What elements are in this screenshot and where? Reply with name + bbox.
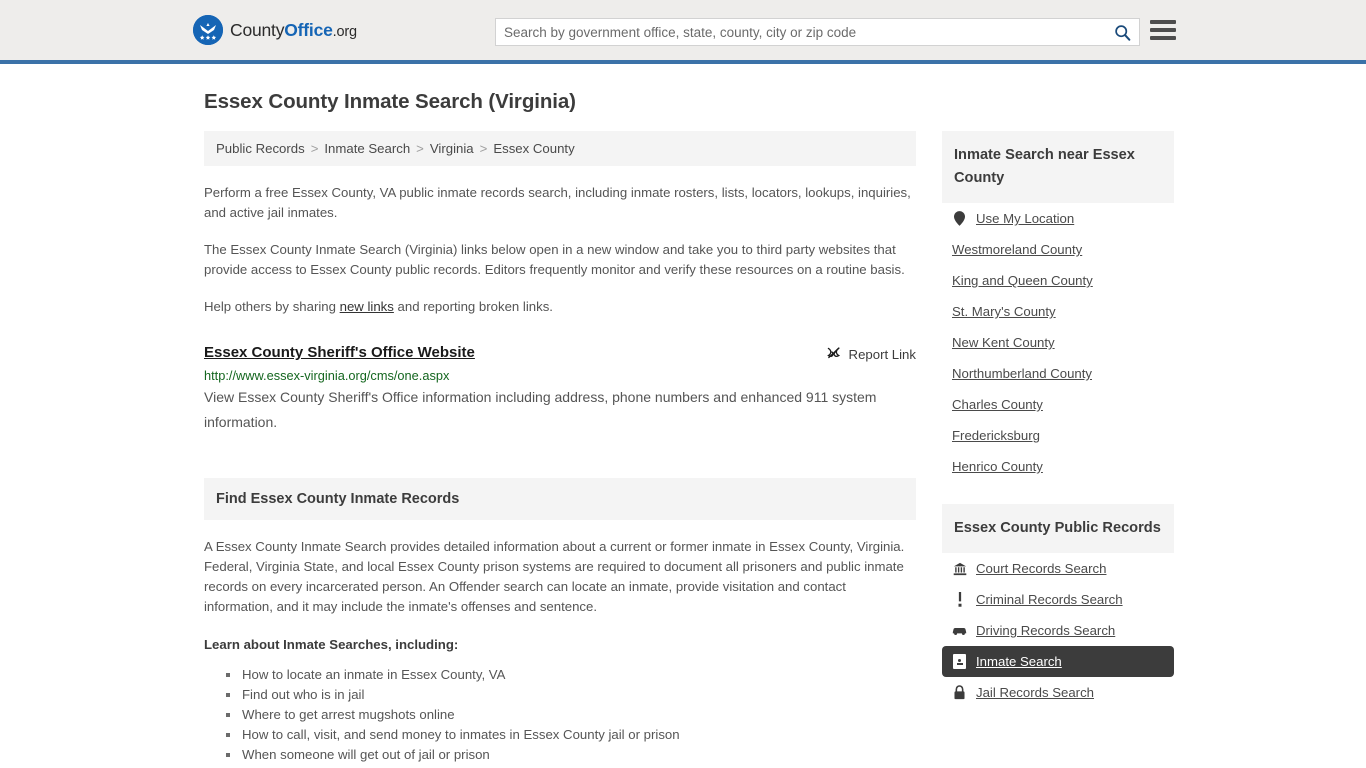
link-result-description: View Essex County Sheriff's Office infor…: [204, 389, 877, 430]
intro-paragraph-3: Help others by sharing new links and rep…: [204, 297, 916, 317]
link-result-url: http://www.essex-virginia.org/cms/one.as…: [204, 368, 450, 383]
sidebar-link-label[interactable]: Inmate Search: [976, 654, 1062, 669]
new-links-link[interactable]: new links: [340, 299, 394, 314]
id-card-icon: [952, 654, 967, 669]
hamburger-bar-1: [1150, 20, 1176, 24]
hamburger-menu-icon[interactable]: [1150, 20, 1176, 40]
sidebar-link-label[interactable]: Court Records Search: [976, 561, 1106, 576]
sidebar-link-label[interactable]: King and Queen County: [952, 273, 1093, 288]
sidebar-item-driving-records-search[interactable]: Driving Records Search: [942, 615, 1174, 646]
list-item: When someone will get out of jail or pri…: [226, 745, 916, 765]
car-icon: [952, 625, 967, 636]
nearby-county-list: Use My Location Westmoreland County King…: [942, 203, 1174, 482]
search-input[interactable]: [496, 19, 1105, 45]
section-paragraph: A Essex County Inmate Search provides de…: [204, 539, 905, 614]
id-card-glyph: [953, 654, 966, 669]
inmate-search-near-panel: Inmate Search near Essex County Use My L…: [942, 131, 1174, 482]
sidebar-item-fredericksburg[interactable]: Fredericksburg: [942, 420, 1174, 451]
sidebar-link-label[interactable]: Jail Records Search: [976, 685, 1094, 700]
report-link-label: Report Link: [848, 346, 916, 362]
id-card-body: [956, 662, 963, 665]
sidebar-link-label[interactable]: Charles County: [952, 397, 1043, 412]
sidebar-item-inmate-search[interactable]: Inmate Search: [942, 646, 1174, 677]
sidebar-item-court-records-search[interactable]: Court Records Search: [942, 553, 1174, 584]
sidebar-link-label[interactable]: Fredericksburg: [952, 428, 1040, 443]
section-heading: Find Essex County Inmate Records: [204, 478, 916, 520]
logo-text-org: .org: [332, 23, 357, 40]
share-text-after: and reporting broken links.: [393, 299, 553, 314]
sidebar-item-st-marys-county[interactable]: St. Mary's County: [942, 296, 1174, 327]
sidebar-link-label[interactable]: Use My Location: [976, 211, 1074, 226]
sidebar-item-westmoreland-county[interactable]: Westmoreland County: [942, 234, 1174, 265]
breadcrumb-separator: >: [310, 141, 319, 156]
page-body: Essex County Inmate Search (Virginia) Pu…: [0, 90, 1366, 765]
section-body: A Essex County Inmate Search provides de…: [204, 537, 916, 765]
sidebar-item-use-my-location[interactable]: Use My Location: [942, 203, 1174, 234]
site-header: CountyOffice.org: [0, 0, 1366, 64]
sidebar-item-king-and-queen-county[interactable]: King and Queen County: [942, 265, 1174, 296]
sidebar-link-label[interactable]: Henrico County: [952, 459, 1043, 474]
sidebar-link-label[interactable]: Northumberland County: [952, 366, 1092, 381]
search-icon: [1114, 24, 1130, 41]
search-button[interactable]: [1105, 19, 1139, 45]
county-office-eagle-icon: [193, 15, 223, 45]
list-item: Where to get arrest mugshots online: [226, 705, 916, 725]
link-result: Essex County Sheriff's Office Website Re…: [204, 344, 916, 435]
report-link-button[interactable]: Report Link: [826, 344, 916, 362]
courthouse-icon: [952, 562, 967, 576]
link-result-header: Essex County Sheriff's Office Website Re…: [204, 344, 916, 362]
hamburger-bar-3: [1150, 36, 1176, 40]
breadcrumb-item-virginia[interactable]: Virginia: [430, 141, 474, 156]
sidebar-item-criminal-records-search[interactable]: Criminal Records Search: [942, 584, 1174, 615]
breadcrumb-separator: >: [416, 141, 424, 156]
learn-about-list: How to locate an inmate in Essex County,…: [204, 665, 916, 765]
sidebar: Inmate Search near Essex County Use My L…: [942, 131, 1174, 730]
site-logo[interactable]: CountyOffice.org: [193, 15, 357, 45]
list-item: How to locate an inmate in Essex County,…: [226, 665, 916, 685]
breadcrumb-item-essex-county[interactable]: Essex County: [493, 141, 574, 156]
panel-heading-public-records: Essex County Public Records: [942, 504, 1174, 553]
list-item: How to call, visit, and send money to in…: [226, 725, 916, 745]
logo-text-office: Office: [284, 19, 333, 40]
intro-paragraph-2: The Essex County Inmate Search (Virginia…: [204, 242, 905, 277]
breadcrumb: Public Records > Inmate Search > Virgini…: [204, 131, 916, 166]
sheriff-office-website-link[interactable]: Essex County Sheriff's Office Website: [204, 344, 475, 361]
search-bar[interactable]: [495, 18, 1140, 46]
lock-icon: [952, 685, 967, 700]
sidebar-item-jail-records-search[interactable]: Jail Records Search: [942, 677, 1174, 708]
id-card-head: [958, 658, 961, 662]
main-content: Public Records > Inmate Search > Virgini…: [204, 131, 916, 765]
broken-link-icon: [826, 347, 840, 359]
breadcrumb-item-inmate-search[interactable]: Inmate Search: [324, 141, 410, 156]
sidebar-link-label[interactable]: Westmoreland County: [952, 242, 1082, 257]
logo-text-county: County: [230, 19, 285, 40]
breadcrumb-separator: >: [479, 141, 488, 156]
site-logo-text: CountyOffice.org: [230, 20, 357, 41]
sidebar-link-label[interactable]: Driving Records Search: [976, 623, 1115, 638]
sidebar-item-northumberland-county[interactable]: Northumberland County: [942, 358, 1174, 389]
public-records-list: Court Records Search Criminal Records Se…: [942, 553, 1174, 708]
page-title: Essex County Inmate Search (Virginia): [204, 90, 576, 113]
panel-heading-near: Inmate Search near Essex County: [942, 131, 1174, 203]
section-lead-in: Learn about Inmate Searches, including:: [204, 637, 459, 652]
list-item: Find out who is in jail: [226, 685, 916, 705]
sidebar-link-label[interactable]: Criminal Records Search: [976, 592, 1123, 607]
map-pin-icon: [952, 211, 967, 226]
sidebar-item-new-kent-county[interactable]: New Kent County: [942, 327, 1174, 358]
breadcrumb-item-public-records[interactable]: Public Records: [216, 141, 305, 156]
exclamation-icon: [952, 592, 967, 607]
sidebar-item-charles-county[interactable]: Charles County: [942, 389, 1174, 420]
sidebar-item-henrico-county[interactable]: Henrico County: [942, 451, 1174, 482]
intro-paragraph-1: Perform a free Essex County, VA public i…: [204, 185, 911, 220]
content-columns: Public Records > Inmate Search > Virgini…: [204, 131, 1174, 765]
share-text-before: Help others by sharing: [204, 299, 340, 314]
public-records-panel: Essex County Public Records Court Record…: [942, 504, 1174, 708]
sidebar-link-label[interactable]: St. Mary's County: [952, 304, 1056, 319]
sidebar-link-label[interactable]: New Kent County: [952, 335, 1055, 350]
hamburger-bar-2: [1150, 28, 1176, 32]
